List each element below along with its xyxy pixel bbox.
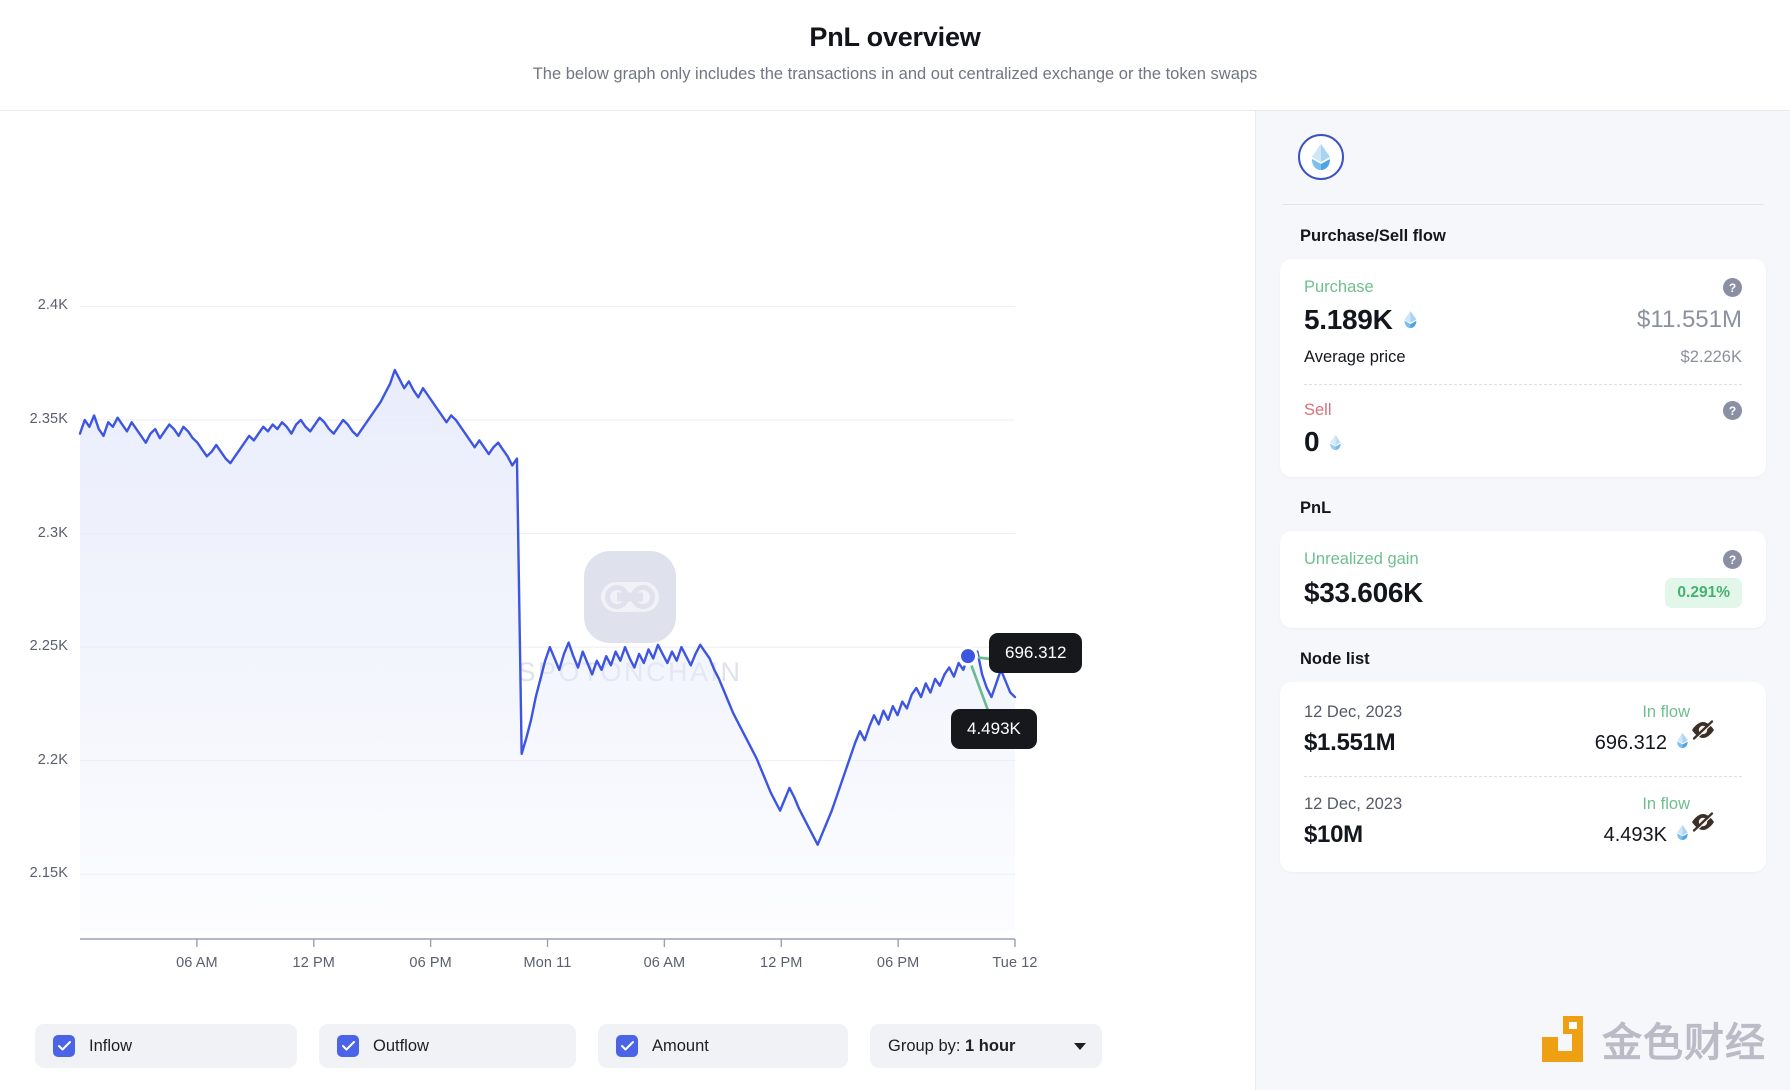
chart-controls: Inflow Outflow Amount Group by: 1 hour	[0, 1002, 1255, 1090]
outflow-toggle[interactable]: Outflow	[319, 1024, 576, 1068]
card-divider	[1304, 384, 1742, 385]
x-axis-tick: 06 PM	[409, 955, 452, 971]
table-row[interactable]: 12 Dec, 2023 In flow $10M 4.493K	[1304, 793, 1742, 851]
sell-label: Sell	[1304, 401, 1332, 419]
unrealized-value-row: $33.606K 0.291%	[1304, 577, 1742, 609]
lido-steth-icon[interactable]	[1298, 134, 1344, 180]
x-axis-tick: 06 AM	[176, 955, 218, 971]
eye-off-icon[interactable]	[1690, 719, 1716, 746]
y-axis-tick: 2.35K	[29, 410, 68, 427]
purchase-value-row: 5.189K $11.551M	[1304, 304, 1742, 336]
purchase-label-row: Purchase ?	[1304, 278, 1742, 297]
average-price-label: Average price	[1304, 348, 1406, 366]
steth-token-icon	[1675, 824, 1690, 847]
unrealized-gain-pct: 0.291%	[1665, 578, 1742, 608]
y-axis-tick: 2.3K	[37, 524, 68, 541]
steth-token-icon	[1675, 732, 1690, 755]
brand-logo: 金色财经	[1537, 1010, 1766, 1068]
x-axis-tick: 12 PM	[292, 955, 335, 971]
x-axis-tick: 06 PM	[876, 955, 920, 971]
node-token-amount: 696.312	[1594, 731, 1667, 754]
node-row-divider	[1304, 776, 1742, 777]
amount-checkbox[interactable]	[616, 1035, 638, 1057]
x-axis-tick: Tue 12	[992, 955, 1038, 971]
page-title: PnL overview	[809, 22, 981, 52]
unrealized-label-row: Unrealized gain ?	[1304, 550, 1742, 569]
node-usd-value: $10M	[1304, 821, 1363, 848]
group-by-dropdown[interactable]: Group by: 1 hour	[870, 1024, 1102, 1068]
inflow-callout-696[interactable]: 696.312	[989, 633, 1083, 673]
jinse-mark-icon	[1537, 1013, 1589, 1065]
amount-label: Amount	[652, 1036, 709, 1055]
steth-token-icon	[1402, 304, 1419, 336]
brand-name: 金色财经	[1602, 1020, 1766, 1066]
chart-pane: SPOTONCHAIN 2.4K 2.35K 2.3K 2.25K 2.2K 2…	[0, 111, 1255, 1090]
unrealized-help-icon[interactable]: ?	[1723, 550, 1742, 569]
y-axis-tick: 2.4K	[37, 297, 68, 314]
outflow-checkbox[interactable]	[337, 1035, 359, 1057]
outflow-label: Outflow	[373, 1036, 429, 1055]
y-axis-tick: 2.25K	[29, 638, 68, 655]
amount-toggle[interactable]: Amount	[598, 1024, 848, 1068]
pnl-section-title: PnL	[1300, 499, 1332, 517]
purchase-amount: 5.189K	[1304, 304, 1393, 335]
node-flow-type: In flow	[1642, 795, 1690, 813]
price-chart[interactable]	[0, 111, 1255, 1001]
group-by-value: 1 hour	[965, 1036, 1016, 1055]
inflow-callout-4493[interactable]: 4.493K	[951, 709, 1037, 749]
node-token-amount: 4.493K	[1603, 823, 1667, 846]
average-price-row: Average price $2.226K	[1304, 348, 1742, 367]
group-by-prefix: Group by:	[888, 1036, 966, 1055]
x-axis-tick: Mon 11	[523, 955, 572, 971]
node-date: 12 Dec, 2023	[1304, 703, 1403, 721]
inflow-checkbox[interactable]	[53, 1035, 75, 1057]
details-sidebar: Purchase/Sell flow Purchase ? 5.189K $11…	[1255, 111, 1790, 1090]
y-axis-tick: 2.15K	[29, 865, 68, 882]
purchase-usd: $11.551M	[1637, 306, 1742, 333]
purchase-sell-section-title: Purchase/Sell flow	[1300, 227, 1446, 245]
eye-off-icon[interactable]	[1690, 811, 1716, 838]
node-flow-type: In flow	[1642, 703, 1690, 721]
steth-token-icon	[1328, 426, 1343, 458]
unrealized-gain-value: $33.606K	[1304, 577, 1424, 608]
node-list-card: 12 Dec, 2023 In flow $1.551M 696.312 12 …	[1280, 682, 1766, 872]
x-axis-tick: 12 PM	[760, 955, 803, 971]
x-axis-tick: 06 AM	[643, 955, 686, 971]
purchase-help-icon[interactable]: ?	[1723, 278, 1742, 297]
node-date: 12 Dec, 2023	[1304, 795, 1403, 813]
node-row-bottom: $10M 4.493K	[1304, 821, 1742, 849]
inflow-label: Inflow	[89, 1036, 133, 1055]
purchase-sell-card: Purchase ? 5.189K $11.551M Average price…	[1280, 259, 1766, 477]
pnl-overview-page: PnL overview The below graph only includ…	[0, 0, 1790, 1090]
sell-value-row: 0	[1304, 426, 1742, 458]
sell-label-row: Sell ?	[1304, 401, 1742, 420]
token-header	[1280, 111, 1766, 204]
sell-amount: 0	[1304, 426, 1320, 457]
node-row-top: 12 Dec, 2023 In flow	[1304, 703, 1742, 722]
page-subtitle: The below graph only includes the transa…	[532, 65, 1258, 83]
y-axis-tick: 2.2K	[37, 751, 68, 768]
purchase-label: Purchase	[1304, 278, 1374, 296]
unrealized-gain-label: Unrealized gain	[1304, 550, 1419, 568]
average-price-value: $2.226K	[1680, 348, 1742, 366]
page-header: PnL overview The below graph only includ…	[0, 0, 1790, 111]
node-row-bottom: $1.551M 696.312	[1304, 729, 1742, 757]
pnl-card: Unrealized gain ? $33.606K 0.291%	[1280, 531, 1766, 628]
node-row-top: 12 Dec, 2023 In flow	[1304, 795, 1742, 814]
table-row[interactable]: 12 Dec, 2023 In flow $1.551M 696.312	[1304, 701, 1742, 759]
node-list-section-title: Node list	[1300, 650, 1370, 668]
inflow-toggle[interactable]: Inflow	[35, 1024, 297, 1068]
node-usd-value: $1.551M	[1304, 729, 1396, 756]
sidebar-divider	[1282, 204, 1764, 205]
chevron-down-icon[interactable]	[1074, 1042, 1086, 1050]
sell-help-icon[interactable]: ?	[1723, 401, 1742, 420]
